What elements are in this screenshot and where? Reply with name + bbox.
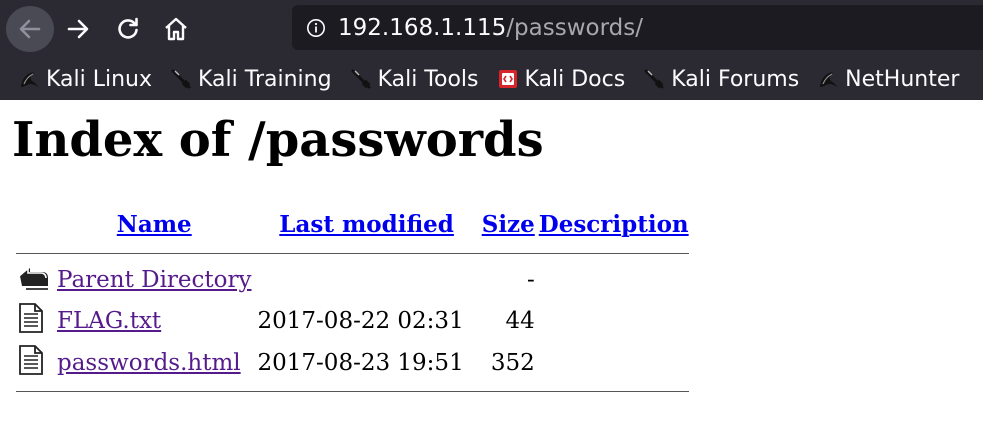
- bookmark-kali-tools[interactable]: Kali Tools: [350, 67, 479, 92]
- bookmark-kali-docs[interactable]: Kali Docs: [497, 66, 626, 92]
- size-column-header: Size: [482, 204, 535, 244]
- bookmark-kali-linux[interactable]: Kali Linux: [18, 67, 152, 92]
- row-icon-cell: [16, 344, 53, 382]
- navigation-toolbar: 192.168.1.115/passwords/: [0, 0, 983, 58]
- last-modified-column-header: Last modified: [256, 204, 478, 244]
- kali-dragon-icon: [820, 72, 838, 87]
- size-cell: 352: [490, 350, 535, 376]
- forward-button[interactable]: [54, 6, 102, 52]
- sort-by-name-link[interactable]: Name: [117, 211, 192, 238]
- back-button[interactable]: [6, 6, 54, 52]
- modified-cell: [256, 262, 478, 298]
- name-column-header: Name: [57, 204, 252, 244]
- sort-by-size-link[interactable]: Size: [482, 211, 535, 238]
- size-cell: -: [526, 267, 535, 293]
- url-text[interactable]: 192.168.1.115/passwords/: [338, 15, 643, 41]
- home-button[interactable]: [152, 6, 200, 52]
- arrow-right-icon: [67, 19, 89, 39]
- bookmark-label: Kali Docs: [524, 66, 626, 92]
- bookmarks-toolbar: Kali Linux Kali Training Kali Tools Kali…: [0, 58, 983, 100]
- name-cell: FLAG.txt: [57, 302, 252, 340]
- table-row: Parent Directory -: [16, 262, 689, 298]
- row-icon-cell: [16, 302, 53, 340]
- text-file-icon: [19, 345, 43, 375]
- separator-row: [16, 248, 689, 258]
- bookmark-label: Kali Tools: [377, 66, 479, 92]
- row-icon-cell: [16, 262, 53, 298]
- description-column-header: Description: [539, 204, 689, 244]
- site-info-icon[interactable]: [306, 18, 326, 38]
- description-cell: [539, 262, 689, 298]
- bookmark-nethunter[interactable]: NetHunter: [817, 67, 959, 92]
- parent-directory-link[interactable]: Parent Directory: [57, 267, 252, 293]
- kali-dragon-icon: [21, 72, 38, 87]
- bookmark-label: NetHunter: [845, 66, 960, 92]
- url-path: /passwords/: [506, 14, 643, 41]
- separator-row: [16, 386, 689, 396]
- modified-cell: 2017-08-23 19:51: [257, 350, 464, 376]
- name-cell: Parent Directory: [57, 262, 252, 298]
- reload-button[interactable]: [104, 6, 152, 52]
- bookmark-kali-training[interactable]: Kali Training: [170, 67, 332, 92]
- file-link[interactable]: passwords.html: [57, 350, 241, 376]
- divider: [16, 252, 689, 254]
- description-cell: [539, 344, 689, 382]
- browser-chrome: 192.168.1.115/passwords/ Kali Linux Kali…: [0, 0, 983, 100]
- name-cell: passwords.html: [57, 344, 252, 382]
- bookmark-label: Kali Training: [198, 66, 332, 92]
- size-cell: 44: [505, 308, 535, 334]
- file-link[interactable]: FLAG.txt: [57, 308, 161, 334]
- arrow-left-icon: [19, 19, 41, 39]
- table-row: passwords.html 2017-08-23 19:51 352: [16, 344, 689, 382]
- sort-by-description-link[interactable]: Description: [539, 211, 689, 238]
- bookmark-label: Kali Linux: [46, 66, 153, 92]
- bookmark-kali-forums[interactable]: Kali Forums: [643, 67, 799, 92]
- bookmark-label: Kali Forums: [671, 66, 800, 92]
- kali-tools-icon: [351, 69, 371, 89]
- page-title: Index of /passwords: [12, 112, 544, 168]
- kali-tools-icon: [644, 69, 664, 89]
- kali-docs-icon: [498, 70, 517, 88]
- back-folder-icon: [17, 266, 48, 290]
- divider: [16, 390, 689, 392]
- address-bar[interactable]: 192.168.1.115/passwords/: [292, 5, 983, 50]
- directory-listing-table: Name Last modified Size Description Pare…: [12, 200, 693, 400]
- text-file-icon: [19, 303, 43, 333]
- description-cell: [539, 302, 689, 340]
- table-row: FLAG.txt 2017-08-22 02:31 44: [16, 302, 689, 340]
- table-header-row: Name Last modified Size Description: [16, 204, 689, 244]
- home-icon: [165, 17, 187, 41]
- url-host: 192.168.1.115: [338, 14, 507, 41]
- modified-cell: 2017-08-22 02:31: [257, 308, 464, 334]
- sort-by-last-modified-link[interactable]: Last modified: [279, 211, 454, 238]
- kali-tools-icon: [171, 69, 191, 89]
- reload-icon: [118, 17, 138, 39]
- icon-column-header: [16, 204, 53, 244]
